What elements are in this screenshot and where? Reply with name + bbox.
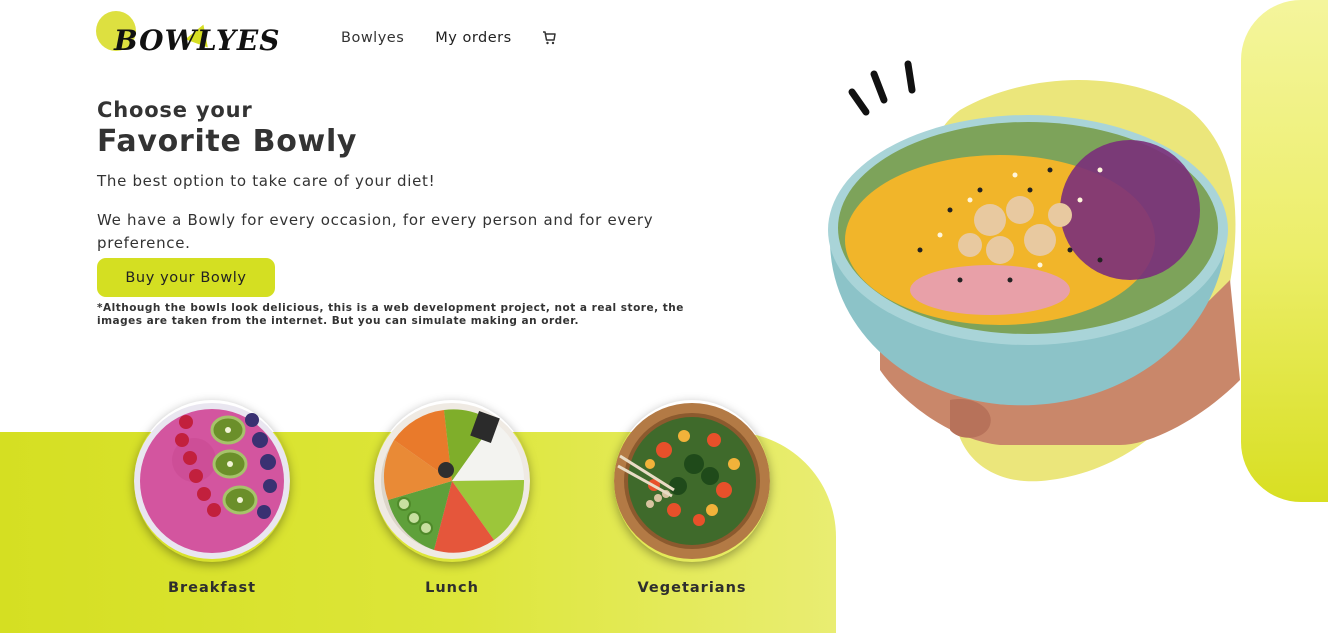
- category-vegetarians[interactable]: Vegetarians: [612, 400, 772, 596]
- hero-bowl-image: [800, 50, 1245, 490]
- logo[interactable]: BOWLYES: [96, 10, 279, 62]
- main-nav: Bowlyes My orders: [341, 30, 556, 46]
- nav-link-my-orders[interactable]: My orders: [435, 30, 511, 46]
- nav-link-bowlyes[interactable]: Bowlyes: [341, 30, 404, 46]
- breakfast-bowl-image[interactable]: [134, 400, 290, 562]
- vegetarian-bowl-image[interactable]: [614, 400, 770, 562]
- hero-subtitle: The best option to take care of your die…: [97, 172, 436, 190]
- hero-description: We have a Bowly for every occasion, for …: [97, 211, 654, 252]
- disclaimer-note: *Although the bowls look delicious, this…: [97, 302, 684, 327]
- category-lunch[interactable]: Lunch: [372, 400, 532, 596]
- cart-icon-graphic: [542, 31, 556, 45]
- category-breakfast[interactable]: Breakfast: [132, 400, 292, 596]
- category-label-breakfast: Breakfast: [167, 580, 257, 596]
- lunch-bowl-image[interactable]: [374, 400, 530, 562]
- buy-bowly-button[interactable]: Buy your Bowly: [97, 258, 275, 297]
- logo-text: BOWLYES: [114, 24, 281, 57]
- category-label-vegetarians: Vegetarians: [637, 580, 747, 596]
- category-label-lunch: Lunch: [425, 580, 479, 596]
- hero-kicker: Choose your: [97, 98, 253, 122]
- page-title: Favorite Bowly: [97, 124, 358, 159]
- decorative-blob: [1241, 0, 1328, 502]
- cart-icon[interactable]: [542, 30, 556, 46]
